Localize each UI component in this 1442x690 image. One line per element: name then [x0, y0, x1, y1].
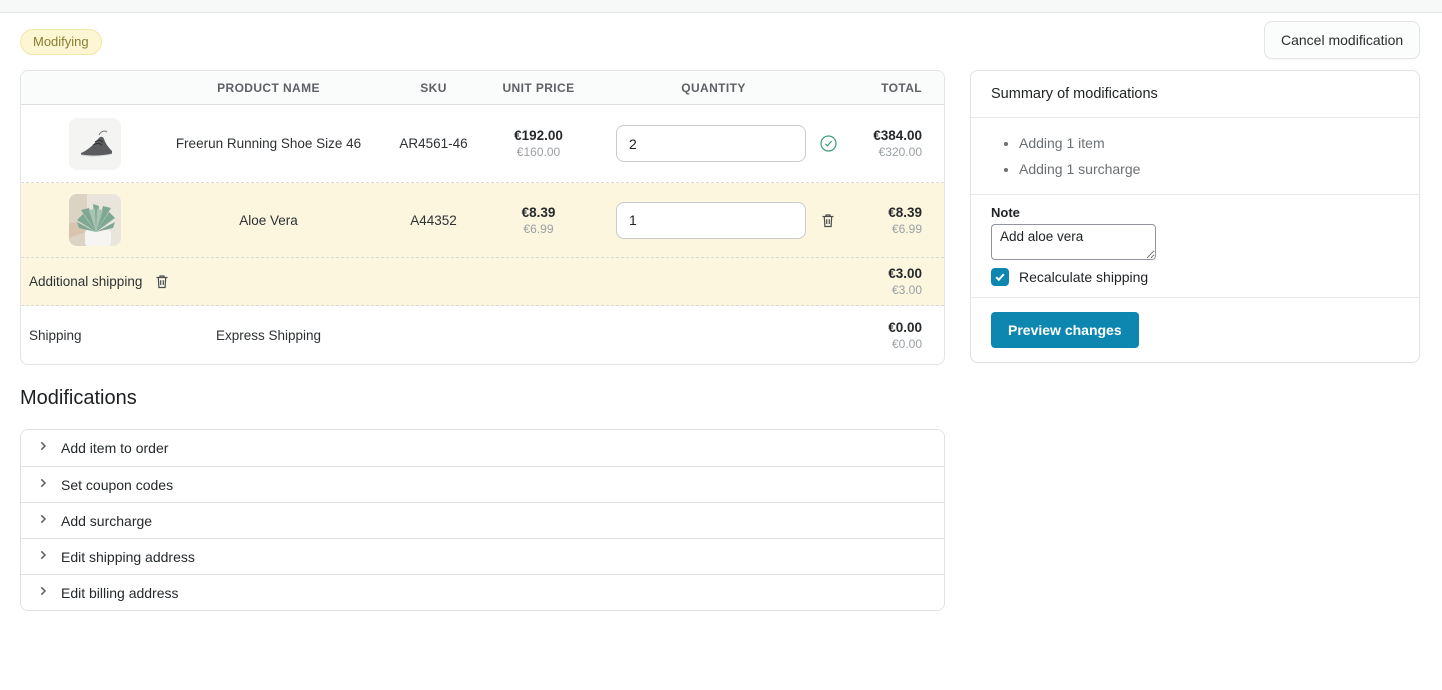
line-total-gross: €8.39 — [851, 204, 922, 221]
surcharge-row: Additional shipping €3.00 €3.00 — [21, 258, 944, 306]
modifications-title: Modifications — [20, 387, 137, 410]
product-sku: A44352 — [366, 213, 501, 228]
note-label: Note — [991, 205, 1399, 220]
product-name: Freerun Running Shoe Size 46 — [171, 136, 366, 151]
product-name: Aloe Vera — [171, 213, 366, 228]
accordion-edit-shipping-address[interactable]: Edit shipping address — [21, 538, 944, 574]
top-bar — [0, 0, 1442, 13]
chevron-right-icon — [37, 512, 49, 530]
accordion-label: Add item to order — [61, 440, 168, 456]
column-header-unit-price: UNIT PRICE — [501, 81, 576, 95]
unit-price-net: €6.99 — [501, 222, 576, 237]
recalculate-shipping-checkbox[interactable] — [991, 268, 1009, 286]
table-header-row: PRODUCT NAME SKU UNIT PRICE QUANTITY TOT… — [21, 71, 944, 105]
unit-price-gross: €8.39 — [501, 204, 576, 221]
chevron-right-icon — [37, 476, 49, 494]
summary-bullet-list: Adding 1 item Adding 1 surcharge — [991, 130, 1399, 182]
column-header-total: TOTAL — [851, 81, 945, 95]
surcharge-label: Additional shipping — [29, 274, 142, 289]
recalculate-shipping-checkbox-row[interactable]: Recalculate shipping — [991, 268, 1399, 286]
order-items-table: PRODUCT NAME SKU UNIT PRICE QUANTITY TOT… — [20, 70, 945, 365]
preview-changes-button[interactable]: Preview changes — [991, 312, 1139, 348]
accordion-label: Edit shipping address — [61, 549, 195, 565]
column-header-sku: SKU — [366, 81, 501, 95]
summary-bullet: Adding 1 item — [1019, 130, 1399, 156]
accordion-label: Edit billing address — [61, 585, 179, 601]
unit-price-net: €160.00 — [501, 145, 576, 160]
surcharge-total-net: €3.00 — [851, 283, 922, 298]
column-header-quantity: QUANTITY — [576, 81, 851, 95]
delete-surcharge-trash-icon[interactable] — [154, 273, 170, 290]
shipping-total-gross: €0.00 — [851, 319, 922, 336]
accordion-add-surcharge[interactable]: Add surcharge — [21, 502, 944, 538]
table-row: Freerun Running Shoe Size 46 AR4561-46 €… — [21, 105, 944, 183]
accordion-set-coupon-codes[interactable]: Set coupon codes — [21, 466, 944, 502]
note-textarea[interactable]: Add aloe vera — [991, 224, 1156, 260]
table-row: Aloe Vera A44352 €8.39 €6.99 €8.39 €6.99 — [21, 183, 944, 258]
shipping-method: Express Shipping — [171, 328, 366, 343]
accordion-add-item-to-order[interactable]: Add item to order — [21, 430, 944, 466]
chevron-right-icon — [37, 439, 49, 457]
delete-item-trash-icon[interactable] — [820, 212, 836, 229]
check-circle-icon — [820, 135, 837, 152]
modifications-accordion: Add item to order Set coupon codes Add s… — [20, 429, 945, 611]
summary-title: Summary of modifications — [991, 86, 1399, 102]
product-image-sneaker — [69, 118, 121, 170]
recalculate-shipping-label: Recalculate shipping — [1019, 269, 1148, 285]
product-image-aloe-vera — [69, 194, 121, 246]
accordion-label: Set coupon codes — [61, 477, 173, 493]
accordion-label: Add surcharge — [61, 513, 152, 529]
cancel-modification-button[interactable]: Cancel modification — [1264, 21, 1420, 59]
status-badge: Modifying — [20, 29, 102, 55]
summary-bullet: Adding 1 surcharge — [1019, 156, 1399, 182]
line-total-net: €320.00 — [851, 145, 922, 160]
quantity-input[interactable] — [616, 125, 806, 162]
quantity-input[interactable] — [616, 202, 806, 239]
shipping-total-net: €0.00 — [851, 337, 922, 352]
line-total-net: €6.99 — [851, 222, 922, 237]
unit-price-gross: €192.00 — [501, 127, 576, 144]
chevron-right-icon — [37, 584, 49, 602]
chevron-right-icon — [37, 548, 49, 566]
shipping-row: Shipping Express Shipping €0.00 €0.00 — [21, 306, 944, 364]
summary-of-modifications-card: Summary of modifications Adding 1 item A… — [970, 70, 1420, 363]
column-header-product-name: PRODUCT NAME — [171, 81, 366, 95]
line-total-gross: €384.00 — [851, 127, 922, 144]
surcharge-total-gross: €3.00 — [851, 265, 922, 282]
accordion-edit-billing-address[interactable]: Edit billing address — [21, 574, 944, 610]
product-sku: AR4561-46 — [366, 136, 501, 151]
shipping-label: Shipping — [29, 328, 82, 343]
